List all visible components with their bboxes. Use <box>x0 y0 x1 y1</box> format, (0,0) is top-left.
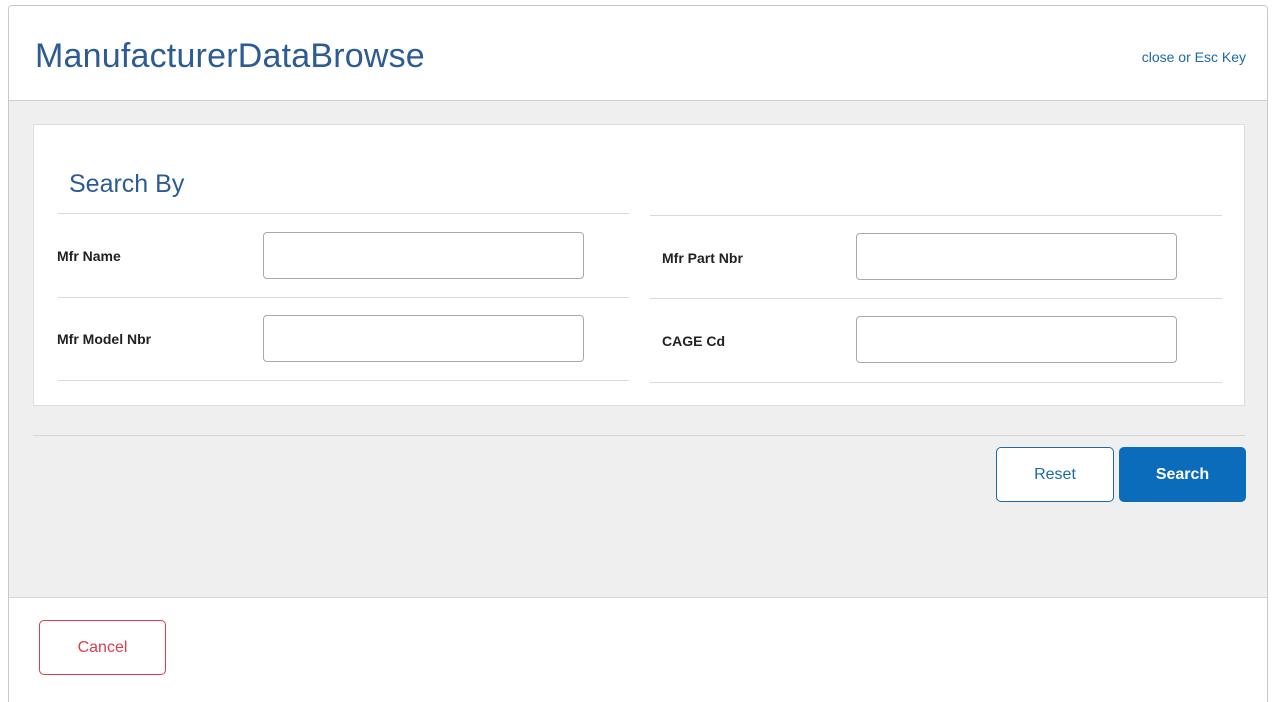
divider <box>650 298 1222 299</box>
mfr-name-input[interactable] <box>263 232 584 279</box>
mfr-part-nbr-label: Mfr Part Nbr <box>662 250 743 266</box>
mfr-name-label: Mfr Name <box>57 248 121 264</box>
mfr-model-nbr-input[interactable] <box>263 315 584 362</box>
search-by-heading: Search By <box>69 170 185 198</box>
cancel-button[interactable]: Cancel <box>39 620 166 675</box>
dialog-footer: Cancel <box>9 597 1267 702</box>
actions-divider <box>33 435 1245 436</box>
search-button[interactable]: Search <box>1119 447 1246 502</box>
divider <box>58 213 629 214</box>
reset-button[interactable]: Reset <box>996 447 1114 502</box>
mfr-model-nbr-label: Mfr Model Nbr <box>57 331 152 347</box>
divider <box>58 297 629 298</box>
dialog-header: ManufacturerDataBrowse close or Esc Key <box>9 6 1267 101</box>
mfr-part-nbr-input[interactable] <box>856 233 1177 280</box>
cage-cd-input[interactable] <box>856 316 1177 363</box>
dialog-body: Search By Mfr Name Mfr Part Nbr Mfr Mode… <box>9 101 1267 597</box>
divider <box>650 215 1222 216</box>
divider <box>58 380 629 381</box>
cage-cd-label: CAGE Cd <box>662 333 725 349</box>
manufacturer-data-browse-dialog: ManufacturerDataBrowse close or Esc Key … <box>8 5 1268 702</box>
divider <box>650 382 1222 383</box>
dialog-title: ManufacturerDataBrowse <box>35 37 425 75</box>
search-panel: Search By Mfr Name Mfr Part Nbr Mfr Mode… <box>33 124 1245 406</box>
close-link[interactable]: close or Esc Key <box>1142 49 1246 65</box>
